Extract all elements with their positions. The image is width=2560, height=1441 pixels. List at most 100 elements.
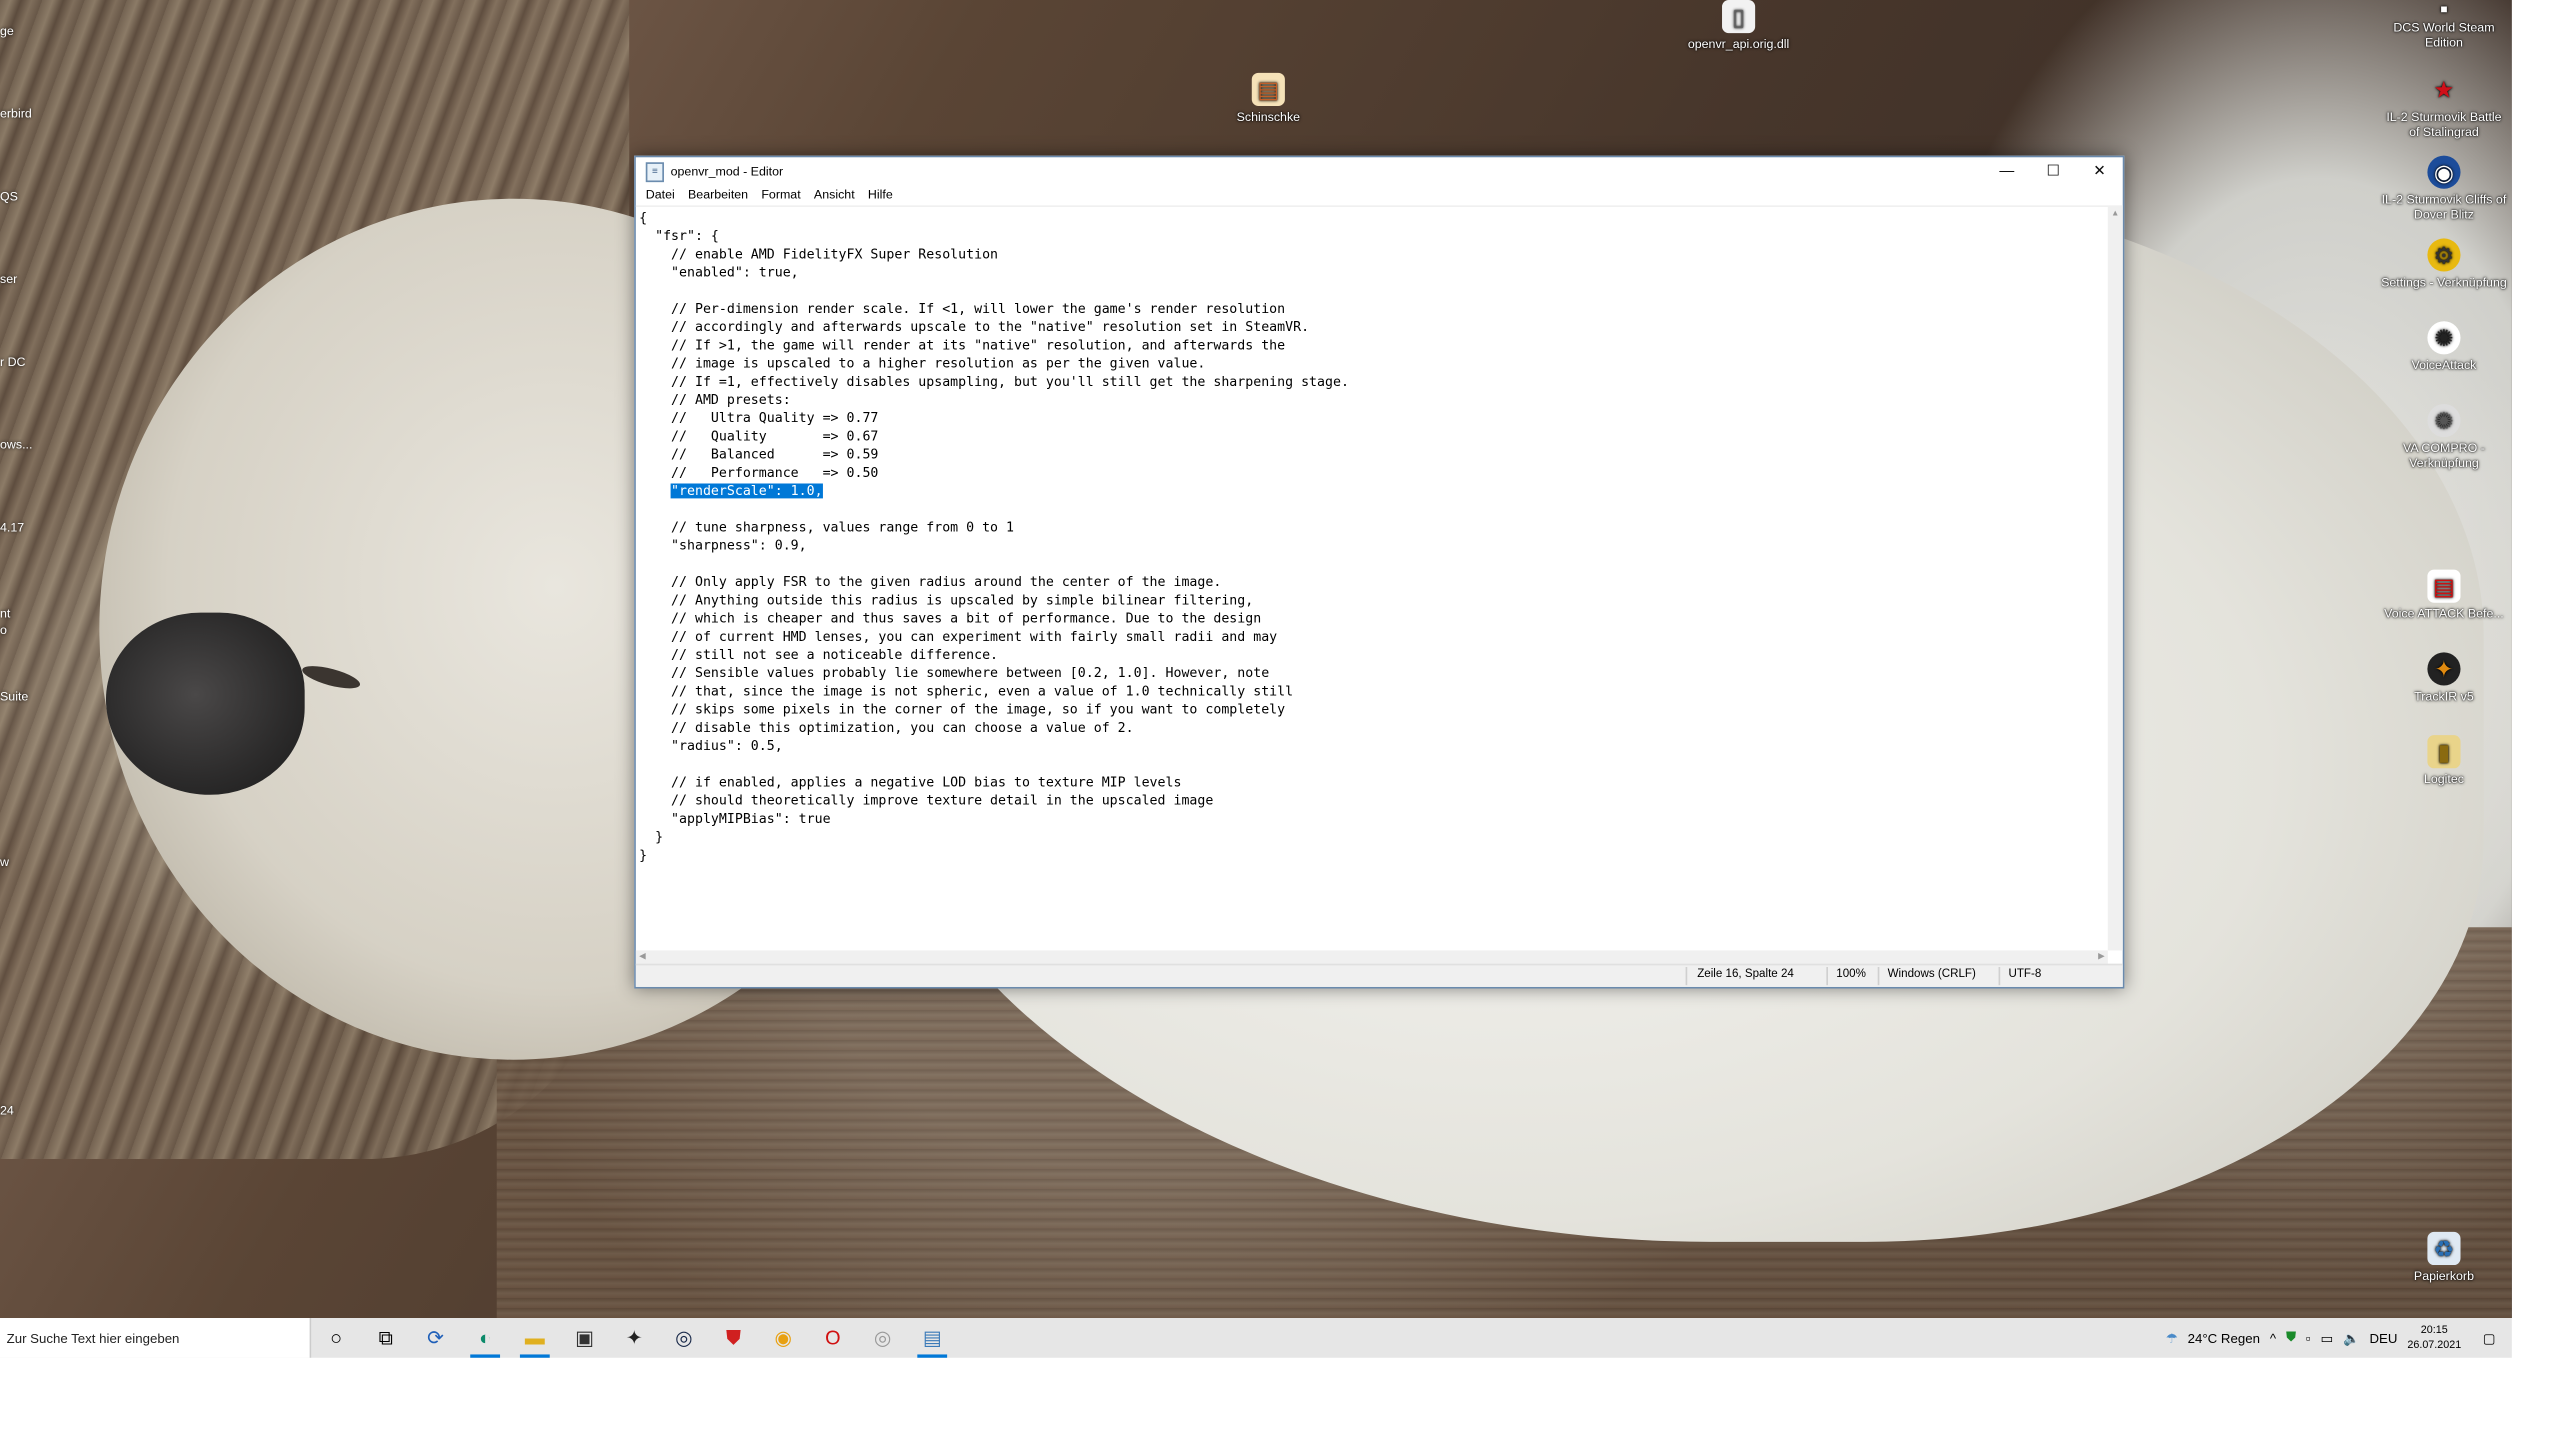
- desktop-icon-papierkorb[interactable]: ♻ Papierkorb: [2381, 1231, 2507, 1284]
- game-icon: ◉: [2427, 155, 2461, 189]
- desktop-icon-label: VoiceAttack: [2411, 357, 2477, 373]
- status-position: Zeile 16, Spalte 24: [1697, 968, 1794, 981]
- menu-datei[interactable]: Datei: [639, 185, 681, 205]
- clock-date: 26.07.2021: [2407, 1339, 2462, 1352]
- search-box[interactable]: Zur Suche Text hier eingeben: [0, 1318, 312, 1358]
- status-divider: [1826, 966, 1829, 986]
- scroll-up-icon[interactable]: ▲: [2108, 207, 2123, 222]
- desktop-icon-label: IL-2 Sturmovik Battle of Stalingrad: [2386, 109, 2502, 140]
- desktop-icon-label: Settings - Verknüpfung: [2381, 274, 2507, 290]
- network-icon[interactable]: ▭: [2316, 1330, 2338, 1345]
- task-view-icon[interactable]: ⧉: [361, 1318, 411, 1358]
- star-icon: ★: [2433, 76, 2455, 103]
- edge-label[interactable]: r DC: [0, 354, 26, 369]
- notepad-window[interactable]: ≡ openvr_mod - Editor — ☐ ✕ Datei Bearbe…: [634, 155, 2125, 989]
- folder-icon: ▮: [2427, 735, 2461, 769]
- file-icon: ▯: [1722, 0, 1756, 34]
- desktop-icon-label: TrackIR v5: [2414, 688, 2474, 704]
- menu-format[interactable]: Format: [755, 185, 808, 205]
- status-encoding: UTF-8: [2008, 968, 2042, 981]
- clock[interactable]: 20:15 26.07.2021: [2402, 1323, 2466, 1353]
- desktop-icon-schinschke[interactable]: ▤ Schinschke: [1205, 72, 1331, 124]
- desktop-icon-label: Logitec: [2423, 771, 2464, 787]
- chevron-up-icon[interactable]: ^: [2265, 1330, 2281, 1345]
- weather-text[interactable]: 24°C Regen: [2183, 1330, 2265, 1345]
- desktop-icon-il2-cliffs[interactable]: ◉ IL-2 Sturmovik Cliffs of Dover Blitz: [2381, 155, 2507, 222]
- edge-label[interactable]: QS: [0, 189, 18, 204]
- desktop-icon-il2-stalingrad[interactable]: ★ IL-2 Sturmovik Battle of Stalingrad: [2381, 73, 2507, 139]
- notepad-icon: ≡: [645, 161, 664, 182]
- text-editor-area[interactable]: { "fsr": { // enable AMD FidelityFX Supe…: [636, 207, 2108, 950]
- trackir-taskbar-icon[interactable]: ✦: [609, 1318, 659, 1358]
- edge-label[interactable]: Suite: [0, 689, 28, 704]
- store-icon[interactable]: ▣: [560, 1318, 610, 1358]
- desktop-icon-voice-attack-befehle[interactable]: ▤ Voice ATTACK Befe...: [2381, 569, 2507, 621]
- desktop-icon-settings[interactable]: ⚙ Settings - Verknüpfung: [2381, 238, 2507, 290]
- search-placeholder: Zur Suche Text hier eingeben: [6, 1330, 180, 1346]
- edge-label[interactable]: w: [0, 854, 9, 869]
- shortcut-icon: ✺: [2427, 404, 2461, 438]
- app-refresh-icon[interactable]: ⟳: [411, 1318, 461, 1358]
- language-indicator[interactable]: DEU: [2364, 1330, 2402, 1345]
- menubar: Datei Bearbeiten Format Ansicht Hilfe: [635, 185, 2123, 207]
- desktop-background: ge erbird QS ser r DC ows... 4.17 nt o S…: [0, 0, 2512, 1319]
- window-title: openvr_mod - Editor: [670, 163, 784, 179]
- game-icon: ▪: [2439, 0, 2449, 22]
- desktop-icon-va-compro[interactable]: ✺ VA COMPRO - Verknüpfung: [2381, 404, 2507, 470]
- voiceattack-icon: ✺: [2427, 321, 2461, 355]
- status-divider: [1998, 966, 2001, 986]
- desktop-icon-label: openvr_api.orig.dll: [1687, 36, 1790, 52]
- desktop-icon-trackir[interactable]: ✦ TrackIR v5: [2381, 652, 2507, 704]
- desktop-icon-label: IL-2 Sturmovik Cliffs of Dover Blitz: [2381, 192, 2507, 222]
- editor-text: // tune sharpness, values range from 0 t…: [639, 519, 1294, 863]
- desktop-icon-label: VA COMPRO - Verknüpfung: [2403, 440, 2485, 471]
- desktop-icon-label: Papierkorb: [2413, 1268, 2474, 1284]
- notification-icon[interactable]: ▢: [2466, 1330, 2512, 1345]
- minimize-button[interactable]: —: [1984, 157, 2030, 185]
- steam-icon[interactable]: ◎: [659, 1318, 709, 1358]
- menu-hilfe[interactable]: Hilfe: [861, 185, 899, 205]
- edge-browser-icon[interactable]: ◐: [460, 1318, 510, 1358]
- notepad-taskbar-icon[interactable]: ▤: [907, 1318, 957, 1358]
- shield-icon[interactable]: ⛊: [709, 1318, 759, 1358]
- document-icon: ▤: [1251, 72, 1285, 106]
- opera-icon[interactable]: O: [808, 1318, 858, 1358]
- desktop-icon-logitec[interactable]: ▮ Logitec: [2381, 735, 2507, 787]
- status-divider: [1685, 966, 1688, 986]
- close-button[interactable]: ✕: [2076, 157, 2122, 185]
- taskbar: Zur Suche Text hier eingeben ○ ⧉ ⟳ ◐ ▬ ▣…: [0, 1318, 2512, 1358]
- edge-label[interactable]: ge: [0, 23, 14, 38]
- trackir-icon: ✦: [2427, 652, 2461, 686]
- settings-icon: ⚙: [2427, 238, 2461, 272]
- notepad-titlebar[interactable]: ≡ openvr_mod - Editor — ☐ ✕: [636, 157, 2123, 185]
- vertical-scrollbar[interactable]: ▲: [2107, 206, 2123, 951]
- menu-bearbeiten[interactable]: Bearbeiten: [681, 185, 754, 205]
- file-explorer-icon[interactable]: ▬: [510, 1318, 560, 1358]
- clock-time: 20:15: [2420, 1324, 2448, 1337]
- app-grey-icon[interactable]: ◎: [858, 1318, 908, 1358]
- app-yellow-icon[interactable]: ◉: [758, 1318, 808, 1358]
- desktop-icon-voiceattack[interactable]: ✺ VoiceAttack: [2381, 321, 2507, 373]
- app-tray-icon[interactable]: ▫: [2301, 1330, 2316, 1345]
- document-icon: ▤: [2427, 569, 2461, 603]
- edge-label[interactable]: 4.17: [0, 520, 24, 535]
- edge-label[interactable]: 24: [0, 1103, 14, 1118]
- maximize-button[interactable]: ☐: [2030, 157, 2076, 185]
- menu-ansicht[interactable]: Ansicht: [807, 185, 861, 205]
- selected-text: "renderScale": 1.0,: [671, 483, 823, 499]
- security-icon[interactable]: ⛊: [2281, 1330, 2301, 1347]
- recycle-bin-icon: ♻: [2427, 1231, 2461, 1266]
- edge-label[interactable]: o: [0, 623, 7, 638]
- desktop-icon-dcs-world[interactable]: ▪ DCS World Steam Edition: [2381, 0, 2507, 50]
- cortana-icon[interactable]: ○: [311, 1318, 361, 1358]
- edge-label[interactable]: erbird: [0, 106, 32, 121]
- desktop-icon-openvr-dll[interactable]: ▯ openvr_api.orig.dll: [1676, 0, 1802, 51]
- edge-label[interactable]: ows...: [0, 437, 32, 452]
- edge-label[interactable]: ser: [0, 272, 17, 287]
- status-divider: [1877, 966, 1880, 986]
- weather-icon[interactable]: ☂: [2161, 1330, 2183, 1345]
- volume-icon[interactable]: 🔈: [2338, 1330, 2364, 1345]
- desktop-icon-label: DCS World Steam Edition: [2393, 19, 2495, 50]
- edge-label[interactable]: nt: [0, 606, 10, 621]
- system-tray: ☂ 24°C Regen ^ ⛊ ▫ ▭ 🔈 DEU 20:15 26.07.2…: [2161, 1318, 2512, 1358]
